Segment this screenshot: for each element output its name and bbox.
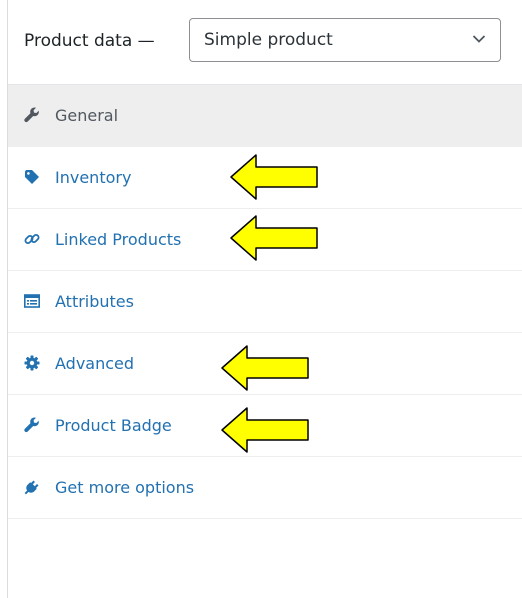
tab-get-more-options-label: Get more options: [55, 478, 195, 497]
tab-inventory-label: Inventory: [55, 168, 132, 187]
product-type-select[interactable]: Simple product: [189, 18, 501, 62]
wrench-icon: [24, 417, 39, 433]
tab-general[interactable]: General: [8, 85, 522, 147]
arrow-left-icon: [230, 215, 318, 261]
product-data-panel: Product data — Simple product General In…: [0, 0, 522, 598]
tab-advanced-label: Advanced: [55, 354, 135, 373]
product-data-header: Product data — Simple product: [8, 0, 522, 85]
tab-attributes[interactable]: Attributes: [8, 271, 522, 333]
plugin-icon: [24, 480, 39, 495]
wrench-icon: [24, 107, 39, 123]
tab-linked-products-label: Linked Products: [55, 230, 182, 249]
tab-general-label: General: [55, 106, 119, 125]
arrow-left-icon: [230, 154, 318, 200]
product-type-selected-value: Simple product: [204, 30, 333, 50]
tab-get-more-options[interactable]: Get more options: [8, 457, 522, 519]
link-icon: [24, 234, 40, 244]
arrow-left-icon: [221, 407, 309, 453]
gear-icon: [24, 355, 40, 371]
tag-icon: [25, 170, 39, 184]
product-data-title: Product data —: [24, 31, 155, 51]
tab-attributes-label: Attributes: [55, 292, 134, 311]
list-icon: [24, 294, 40, 308]
chevron-down-icon: [472, 35, 486, 43]
tab-product-badge-label: Product Badge: [55, 416, 172, 435]
arrow-left-icon: [221, 345, 309, 391]
